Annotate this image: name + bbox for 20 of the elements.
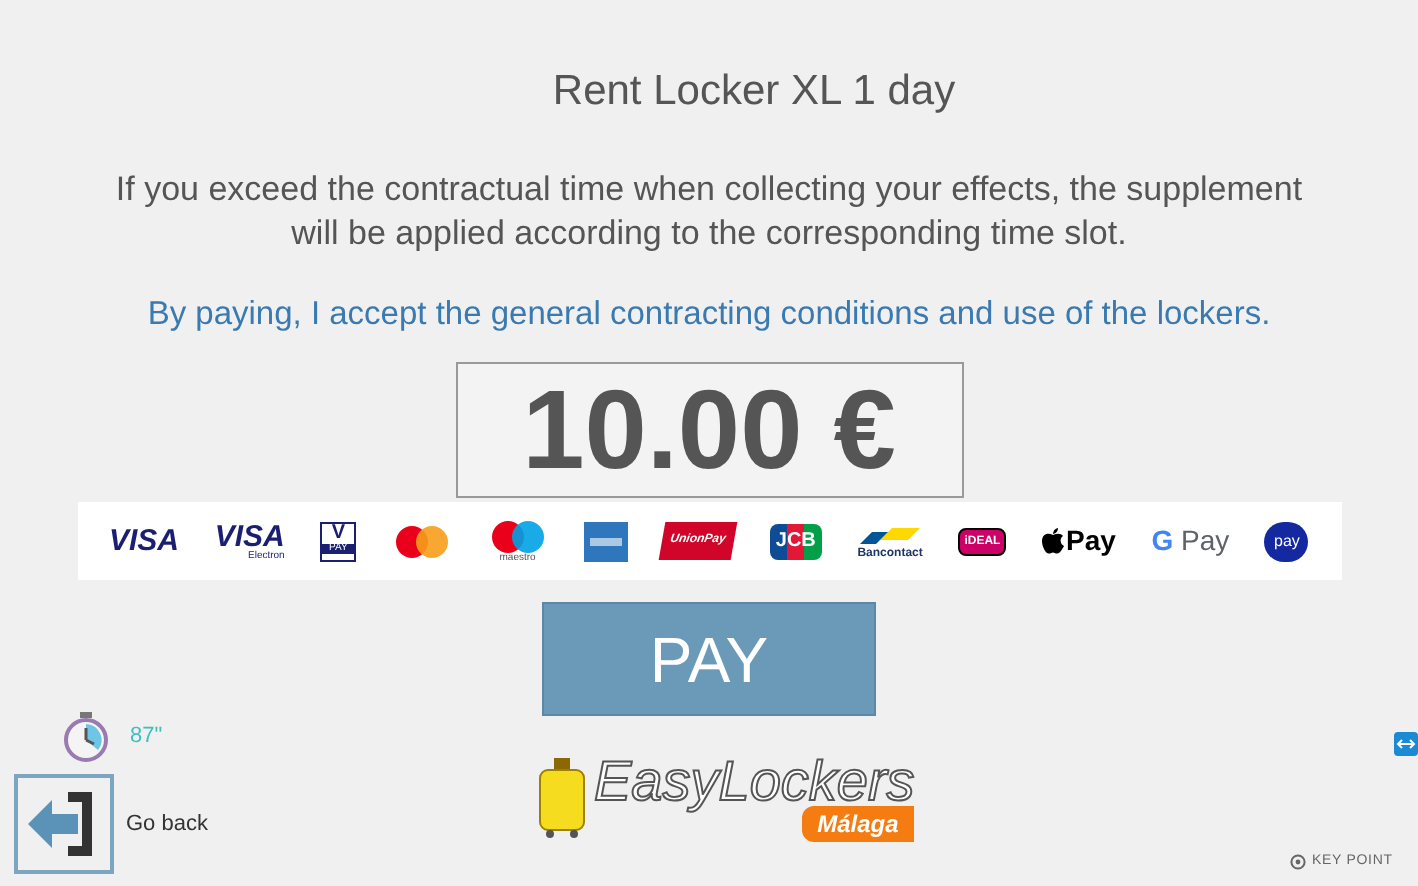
samsung-pay-logo: pay — [1264, 521, 1309, 562]
pay-button[interactable]: PAY — [542, 602, 876, 717]
google-pay-logo: G Pay — [1151, 522, 1230, 561]
amex-logo — [583, 521, 628, 562]
notice-text: If you exceed the contractual time when collecting your effects, the supplement will be applied according to the corresponding time slot. — [113, 167, 1305, 255]
city-tag: Málaga — [801, 806, 915, 842]
terms-text: By paying, I accept the general contracting conditions and use of the lockers. — [147, 293, 1271, 335]
back-button[interactable] — [14, 774, 114, 874]
page-title: Rent Locker XL 1 day — [552, 66, 956, 118]
back-label: Go back — [126, 809, 208, 840]
visa-logo: VISA — [109, 521, 180, 561]
apple-pay-logo: Pay — [1042, 520, 1116, 563]
brand-name: EasyLockers — [594, 754, 915, 810]
suitcase-icon — [536, 758, 588, 838]
remote-support-icon — [1394, 732, 1418, 756]
mastercard-logo — [391, 523, 452, 560]
stopwatch-icon — [62, 712, 110, 762]
timer-text: 87" — [130, 722, 163, 753]
amount-text: 10.00 € — [522, 374, 896, 487]
target-icon — [1290, 854, 1306, 871]
